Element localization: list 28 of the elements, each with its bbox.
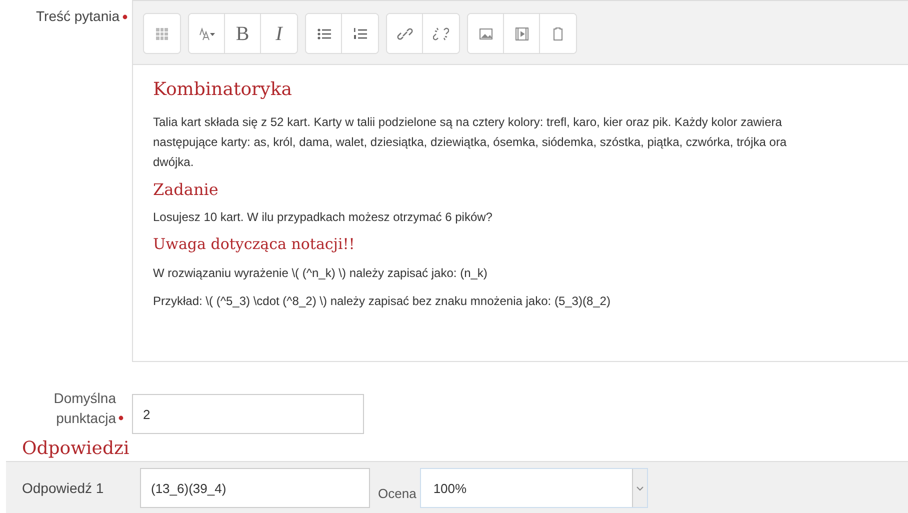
chevron-down-icon [636, 486, 644, 490]
numbered-list-icon [352, 26, 368, 42]
bullet-list-icon [316, 26, 332, 42]
toolbar-button[interactable] [468, 14, 504, 53]
content-heading: Uwaga dotycząca notacji!! [153, 235, 356, 253]
toolbar-button[interactable] [387, 14, 423, 53]
field-label: Odpowiedź 1 [21, 480, 105, 496]
input-field[interactable]: 2 [132, 394, 364, 434]
image-icon [478, 26, 494, 42]
content-heading: Zadanie [153, 180, 220, 199]
content-heading: Kombinatoryka [153, 79, 293, 100]
font-size-icon [198, 26, 214, 42]
section-heading: Odpowiedzi [22, 438, 130, 459]
table-icon [154, 26, 170, 42]
grade-dropdown[interactable]: 100% [420, 468, 648, 508]
toolbar-button[interactable] [306, 14, 342, 53]
toolbar-button[interactable] [189, 14, 225, 53]
link-icon [396, 26, 412, 42]
field-label: Treść pytania [36, 8, 120, 24]
field-label: Domyślna punktacja [54, 389, 116, 428]
media-icon [514, 26, 530, 42]
field-label: Ocena [378, 486, 416, 500]
text-editor[interactable] [132, 0, 908, 362]
input-field[interactable]: (13_6)(39_4) [140, 468, 370, 508]
paragraph: Losujesz 10 kart. W ilu przypadkach możesz otrzymać 6 pików? [153, 209, 494, 226]
paragraph: W rozwiązaniu wyrażenie \( (^n_k) \) należy zapisać jako: (n_k) [153, 265, 488, 282]
paragraph: Talia kart składa się z 52 kart. Karty w talii podzielone są na cztery kolory: trefl, karo, kier oraz pik. Każdy kolor zawiera następujące karty: as, król, dama, walet, dziesiątka, dziewiątka, ósemka, siódemka, szóstka, piątka, czwórka, trójka ora dwójka. [153, 114, 788, 171]
paragraph: Przykład: \( (^5_3) \cdot (^8_2) \) należy zapisać bez znaku mnożenia jako: (5_3)(8_2) [153, 293, 612, 310]
